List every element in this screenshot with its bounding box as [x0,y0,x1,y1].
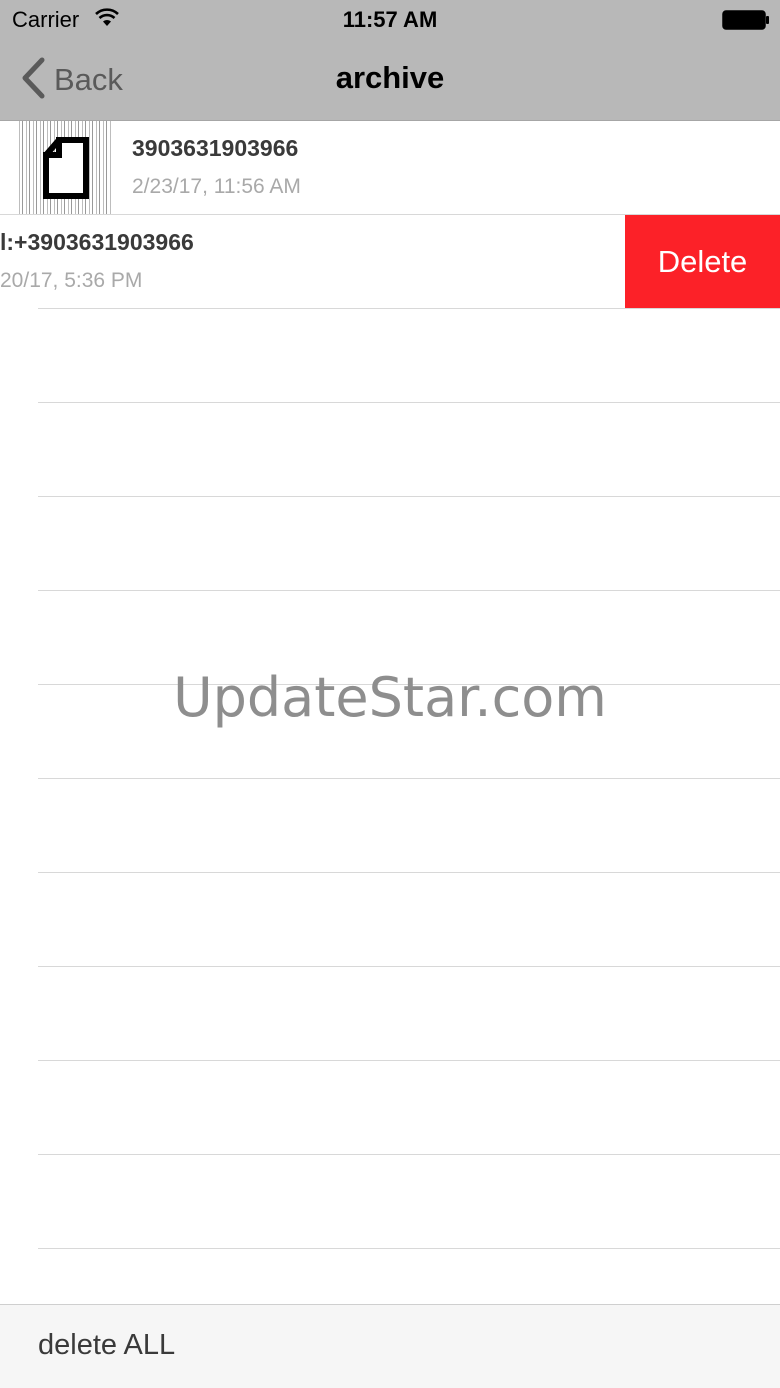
empty-row [0,403,780,497]
empty-row [0,779,780,873]
document-icon [43,137,89,204]
row-subtitle: 2/23/17, 11:56 AM [132,175,301,198]
empty-row [0,309,780,403]
list-item[interactable]: 3903631903966 2/23/17, 11:56 AM [0,121,780,215]
status-time: 11:57 AM [342,7,438,32]
delete-all-button[interactable]: delete ALL [38,1329,175,1362]
navigation-bar: Back archive [0,40,780,121]
empty-row [0,967,780,1061]
delete-button[interactable]: Delete [625,215,780,309]
empty-row [0,1155,780,1249]
row-subtitle: 20/17, 5:36 PM [0,269,143,292]
battery-icon [722,10,770,35]
bottom-toolbar: delete ALL [0,1304,780,1388]
empty-row [0,497,780,591]
empty-row [0,1061,780,1155]
watermark: UpdateStar.com [173,666,607,729]
row-divider [38,1248,780,1249]
list-item-swiped[interactable]: l:+3903631903966 20/17, 5:36 PM Delete [0,215,780,309]
empty-row [0,873,780,967]
page-title: archive [335,60,445,95]
status-bar: Carrier 11:57 AM [0,0,780,40]
barcode-thumbnail [19,121,113,214]
row-title: 3903631903966 [132,135,299,161]
row-title: l:+3903631903966 [0,229,194,255]
